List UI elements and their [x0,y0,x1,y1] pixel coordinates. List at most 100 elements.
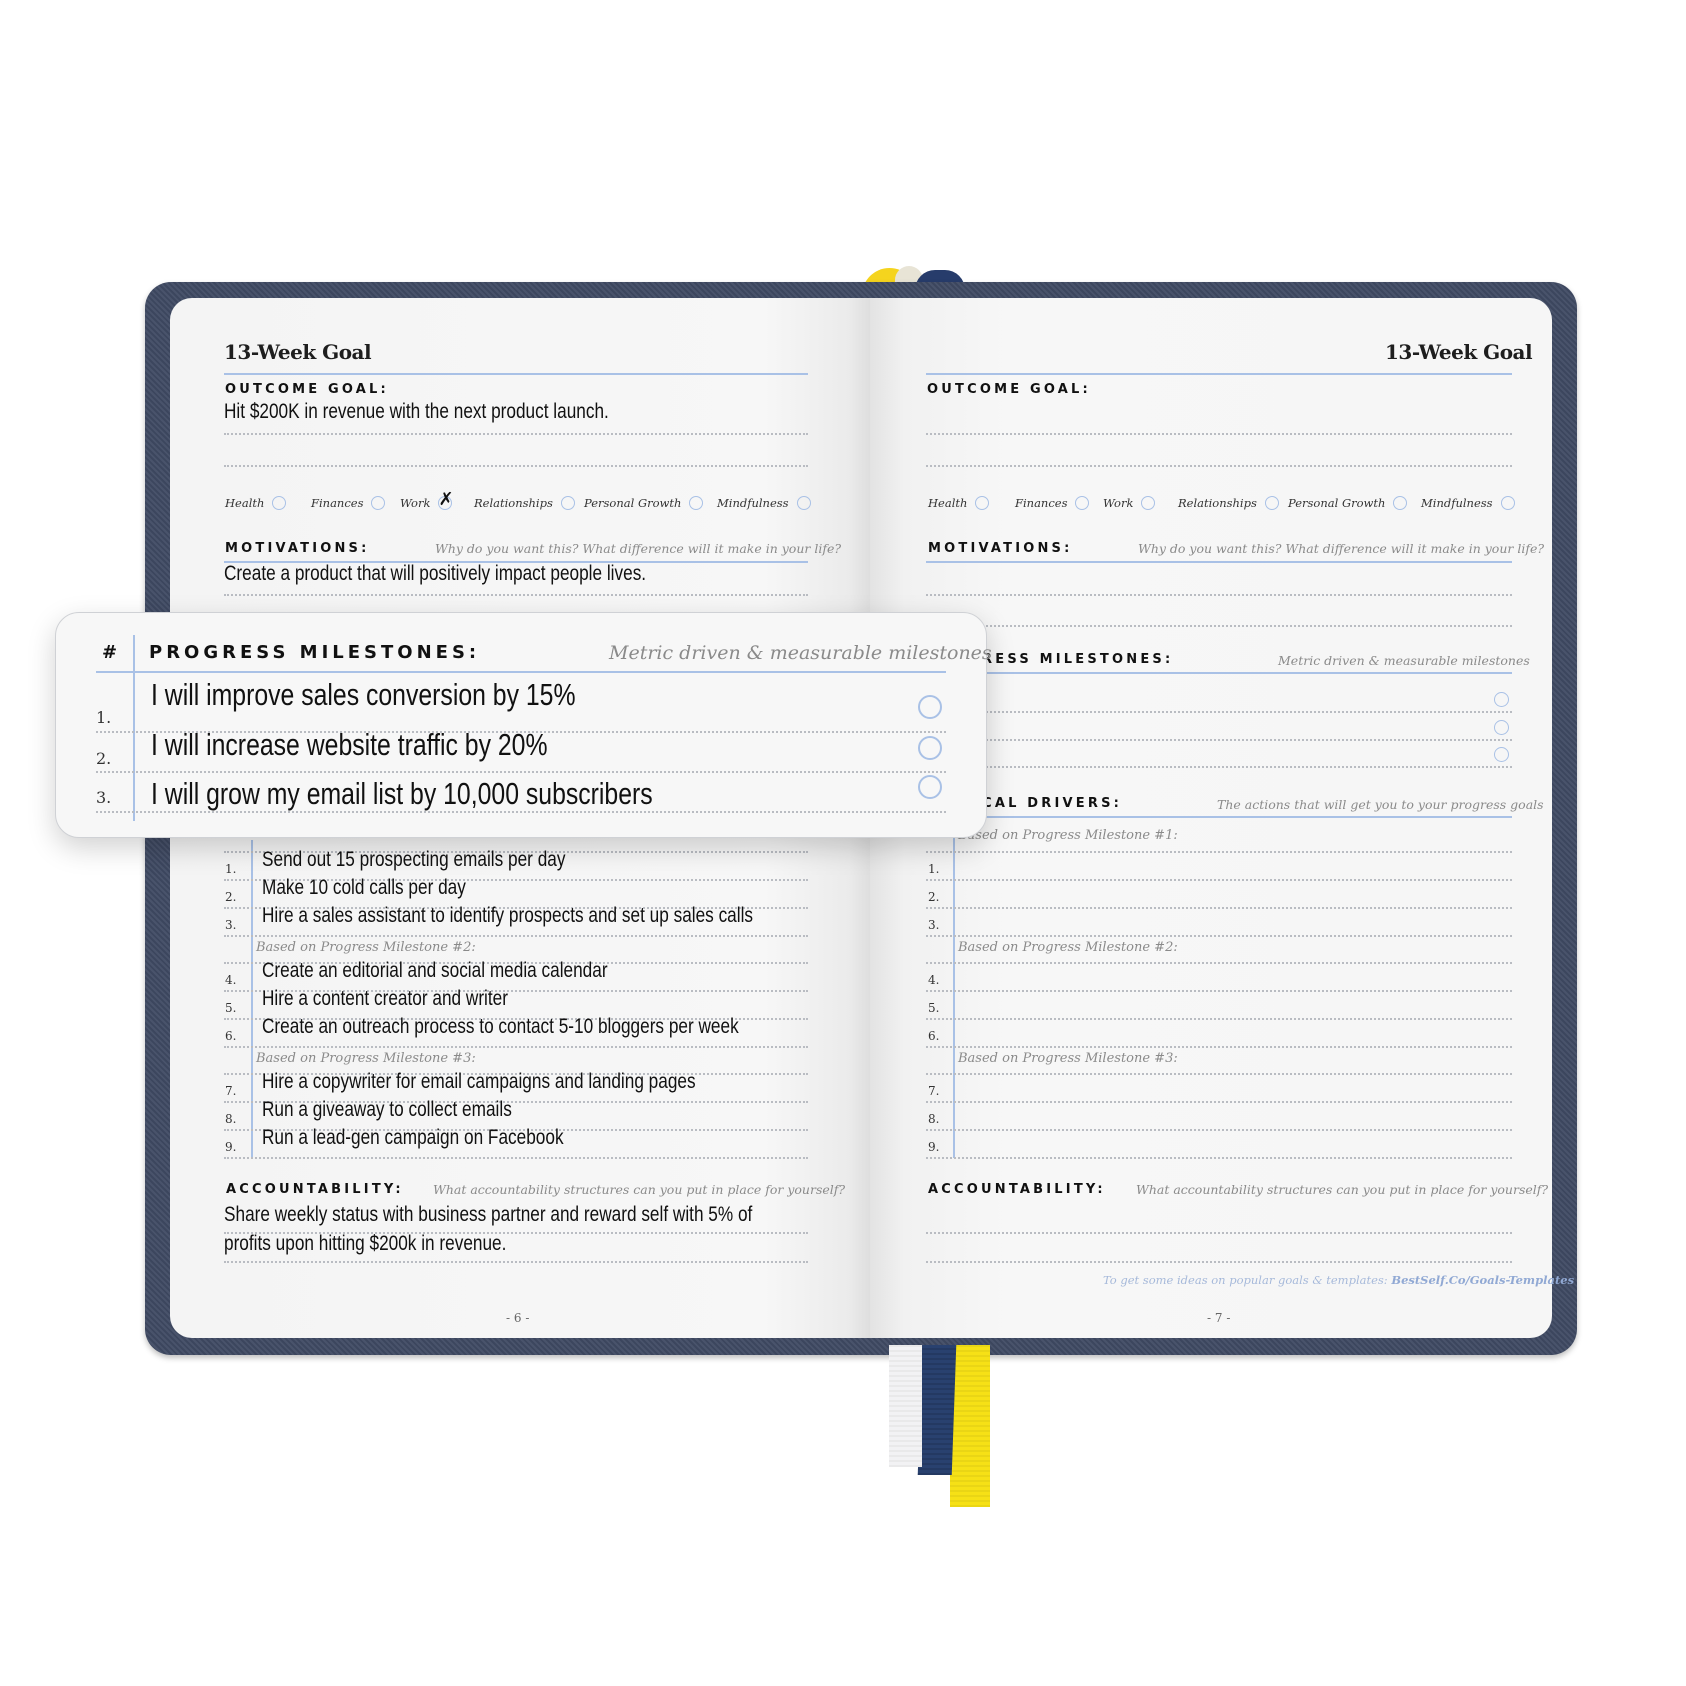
category-label: Health [928,496,968,510]
driver-number: 7. [225,1084,237,1098]
accountability-field-line1[interactable]: Share weekly status with business partne… [224,1203,752,1227]
dotted-line [926,433,1512,435]
milestone-circle-icon[interactable] [918,736,942,760]
section-rule [926,816,1512,818]
dotted-line [926,594,1512,596]
dotted-line [224,1261,808,1263]
dotted-line [926,465,1512,467]
checkbox-circle-icon[interactable] [1393,496,1408,510]
milestone-circle-icon[interactable] [1494,747,1509,762]
outcome-goal-field[interactable]: Hit $200K in revenue with the next produ… [224,400,609,424]
checkbox-circle-icon[interactable] [796,496,811,510]
dotted-line [926,1073,1512,1075]
category-finances[interactable]: Finances [311,496,386,510]
category-label: Finances [311,496,364,510]
driver-number: 1. [225,862,237,876]
checkbox-circle-icon[interactable] [1075,496,1090,510]
milestone-circle-icon[interactable] [918,695,942,719]
driver-number: 8. [225,1112,237,1126]
checkbox-circle-icon[interactable] [975,496,990,510]
category-work[interactable]: Work [1103,496,1156,510]
driver-item[interactable]: Send out 15 prospecting emails per day [262,848,565,872]
milestone-item[interactable]: I will improve sales conversion by 15% [151,677,576,713]
category-personal-growth[interactable]: Personal Growth [1288,496,1408,510]
milestone-number: 2. [96,749,112,768]
motivations-heading: MOTIVATIONS: [928,541,1073,556]
motivations-hint: Why do you want this? What difference wi… [435,541,842,556]
checkbox-circle-icon[interactable] [1500,496,1515,510]
driver-number: 4. [928,973,940,987]
checkbox-circle-icon[interactable] [1141,496,1156,510]
driver-item[interactable]: Run a giveaway to collect emails [262,1098,512,1122]
dotted-line [926,879,1512,881]
motivations-hint: Why do you want this? What difference wi… [1138,541,1545,556]
milestone-item[interactable]: I will grow my email list by 10,000 subs… [151,776,653,812]
driver-number: 9. [928,1140,940,1154]
footer-link[interactable]: BestSelf.Co/Goals-Templates [1391,1273,1574,1287]
checkbox-circle-icon[interactable]: ✗ [438,489,454,510]
category-label: Finances [1015,496,1068,510]
milestone-item[interactable]: I will increase website traffic by 20% [151,727,548,763]
bookmark-ribbon-yellow[interactable] [950,1345,990,1507]
category-health[interactable]: Health [225,496,287,510]
category-mindfulness[interactable]: Mindfulness [717,496,811,510]
driver-number: 6. [225,1029,237,1043]
section-rule [926,561,1512,563]
accountability-field-line2[interactable]: profits upon hitting $200k in revenue. [224,1232,506,1256]
category-label: Relationships [474,496,553,510]
category-work[interactable]: Work ✗ [400,489,454,510]
driver-number: 1. [928,862,940,876]
outcome-goal-heading: OUTCOME GOAL: [927,382,1091,397]
dotted-line [926,1261,1512,1263]
dotted-line [96,811,946,813]
milestones-heading: PROGRESS MILESTONES: [149,642,481,663]
driver-item[interactable]: Make 10 cold calls per day [262,876,466,900]
accountability-hint: What accountability structures can you p… [433,1182,846,1197]
category-personal-growth[interactable]: Personal Growth [584,496,704,510]
number-column-rule [133,635,135,821]
driver-number: 7. [928,1084,940,1098]
category-label: Mindfulness [1421,496,1493,510]
section-rule [926,672,1512,674]
milestone-circle-icon[interactable] [1494,692,1509,707]
dotted-line [926,625,1512,627]
driver-item[interactable]: Hire a copywriter for email campaigns an… [262,1070,696,1094]
driver-group-label: Based on Progress Milestone #1: [958,828,1178,843]
driver-item[interactable]: Create an editorial and social media cal… [262,959,608,983]
bookmark-ribbon-white[interactable] [889,1345,922,1467]
category-relationships[interactable]: Relationships [474,496,575,510]
checkbox-circle-icon[interactable] [560,496,575,510]
dotted-line [926,1129,1512,1131]
milestone-circle-icon[interactable] [1494,720,1509,735]
driver-number: 9. [225,1140,237,1154]
dotted-line [926,1101,1512,1103]
checkbox-circle-icon[interactable] [689,496,704,510]
driver-number: 2. [225,890,237,904]
category-relationships[interactable]: Relationships [1178,496,1279,510]
driver-item[interactable]: Hire a sales assistant to identify prosp… [262,904,753,928]
page-number: - 6 - [506,1311,530,1325]
dotted-line [926,851,1512,853]
category-label: Work [400,496,431,510]
driver-item[interactable]: Run a lead-gen campaign on Facebook [262,1126,564,1150]
driver-number: 5. [928,1001,940,1015]
bookmark-ribbon-navy[interactable] [917,1345,957,1475]
category-label: Health [225,496,265,510]
dotted-line [926,739,1512,741]
dotted-line [224,465,808,467]
driver-item[interactable]: Create an outreach process to contact 5-… [262,1015,739,1039]
page-title: 13-Week Goal [1385,340,1533,364]
category-label: Work [1103,496,1134,510]
driver-item[interactable]: Hire a content creator and writer [262,987,508,1011]
checkbox-circle-icon[interactable] [371,496,386,510]
checkbox-circle-icon[interactable] [272,496,287,510]
checkbox-circle-icon[interactable] [1264,496,1279,510]
category-label: Personal Growth [584,496,682,510]
category-finances[interactable]: Finances [1015,496,1090,510]
page-title: 13-Week Goal [224,340,372,364]
motivations-field[interactable]: Create a product that will positively im… [224,562,646,586]
category-health[interactable]: Health [928,496,990,510]
category-mindfulness[interactable]: Mindfulness [1421,496,1515,510]
milestone-circle-icon[interactable] [918,775,942,799]
dotted-line [926,711,1512,713]
